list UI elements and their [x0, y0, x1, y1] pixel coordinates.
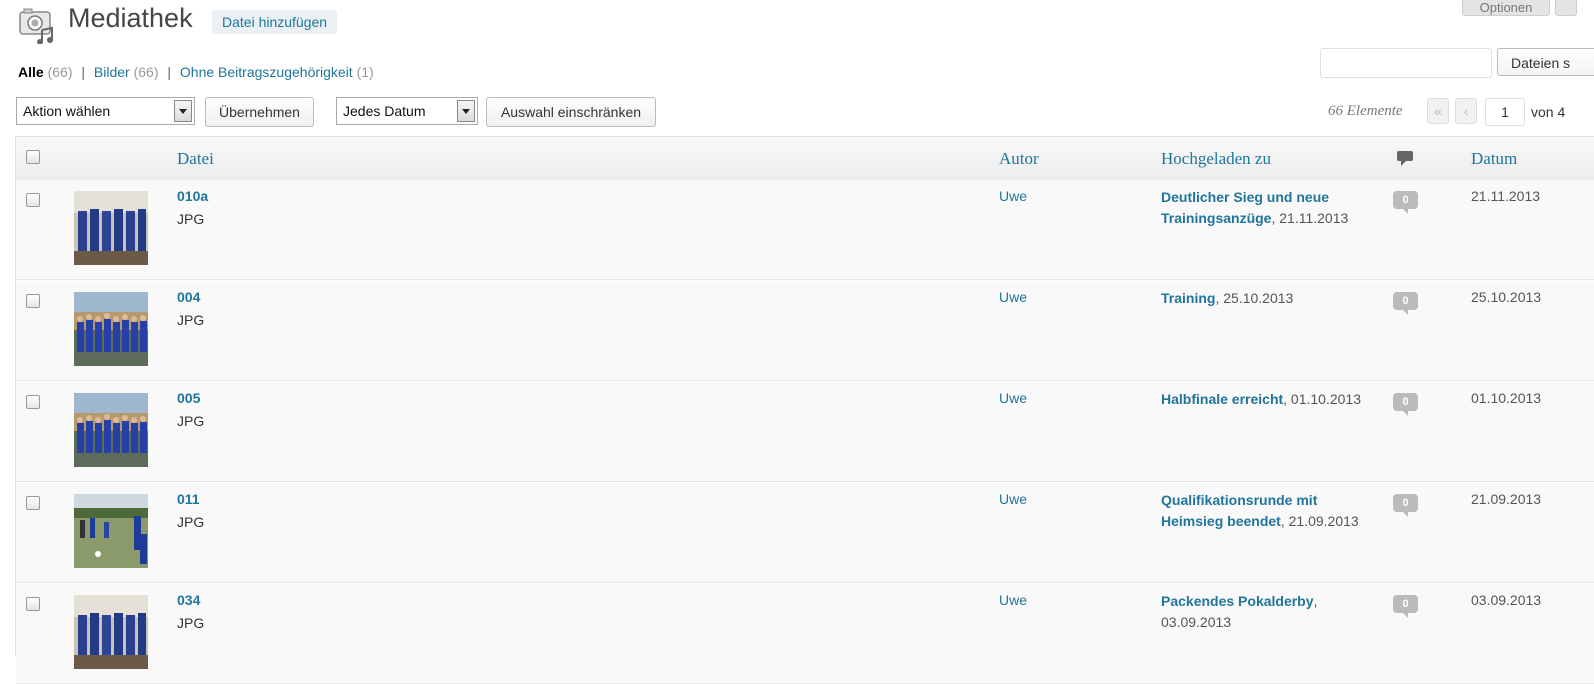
filter-images-count: (66) [133, 64, 159, 80]
uploaded-to-cell: Halbfinale erreicht, 01.10.2013 [1161, 389, 1381, 410]
post-date: , 25.10.2013 [1215, 290, 1294, 306]
filter-button[interactable]: Auswahl einschränken [486, 97, 656, 127]
file-title-link[interactable]: 004 [177, 289, 200, 305]
author-link[interactable]: Uwe [999, 188, 1027, 204]
table-row: 011 JPG Uwe Qualifikationsrunde mit Heim… [16, 483, 1594, 583]
upload-date: 21.11.2013 [1471, 188, 1541, 204]
column-uploaded-to[interactable]: Hochgeladen zu [1161, 149, 1271, 169]
add-new-file-button[interactable]: Datei hinzufügen [212, 10, 338, 34]
upload-date: 03.09.2013 [1471, 592, 1542, 608]
media-library-icon [19, 8, 53, 44]
table-row: 010a JPG Uwe Deutlicher Sieg und neue Tr… [16, 180, 1594, 280]
bulk-action-value: Aktion wählen [23, 103, 111, 119]
prev-page-button[interactable]: ‹ [1455, 98, 1477, 124]
thumbnail-image[interactable] [74, 393, 148, 467]
file-type: JPG [177, 413, 205, 429]
filter-unattached-link[interactable]: Ohne Beitragszugehörigkeit [180, 64, 353, 80]
total-pages: von 4 [1531, 104, 1566, 120]
file-title-link[interactable]: 011 [177, 491, 200, 507]
column-date[interactable]: Datum [1471, 149, 1517, 169]
search-input[interactable] [1320, 48, 1492, 78]
row-checkbox[interactable] [26, 395, 40, 409]
comment-count-badge[interactable]: 0 [1393, 595, 1418, 618]
comment-count-badge[interactable]: 0 [1393, 393, 1418, 416]
file-title-link[interactable]: 010a [177, 188, 208, 204]
post-link[interactable]: Packendes Pokalderby [1161, 593, 1314, 609]
upload-date: 25.10.2013 [1471, 289, 1542, 305]
file-type: JPG [177, 615, 205, 631]
filter-all-link[interactable]: Alle [18, 64, 44, 80]
uploaded-to-cell: Packendes Pokalderby, 03.09.2013 [1161, 591, 1381, 633]
author-link[interactable]: Uwe [999, 592, 1027, 608]
current-page-input[interactable]: 1 [1485, 98, 1525, 126]
table-row: 004 JPG Uwe Training, 25.10.2013 0 25.10… [16, 281, 1594, 381]
select-all-checkbox[interactable] [26, 150, 40, 164]
row-checkbox[interactable] [26, 294, 40, 308]
post-link[interactable]: Training [1161, 290, 1215, 306]
post-link[interactable]: Halbfinale erreicht [1161, 391, 1283, 407]
thumbnail-image[interactable] [74, 494, 148, 568]
chevron-down-icon [457, 100, 475, 122]
apply-button[interactable]: Übernehmen [205, 97, 314, 127]
screen-options-button[interactable]: Optionen [1462, 0, 1550, 16]
author-link[interactable]: Uwe [999, 289, 1027, 305]
uploaded-to-cell: Training, 25.10.2013 [1161, 288, 1381, 309]
thumbnail-image[interactable] [74, 595, 148, 669]
author-link[interactable]: Uwe [999, 491, 1027, 507]
file-title-link[interactable]: 005 [177, 390, 200, 406]
author-link[interactable]: Uwe [999, 390, 1027, 406]
media-table: Datei Autor Hochgeladen zu Datum 010a JP… [15, 136, 1594, 684]
comment-count-badge[interactable]: 0 [1393, 292, 1418, 315]
row-checkbox[interactable] [26, 496, 40, 510]
table-row: 005 JPG Uwe Halbfinale erreicht, 01.10.2… [16, 382, 1594, 482]
upload-date: 21.09.2013 [1471, 491, 1542, 507]
page-title: Mediathek [68, 3, 193, 33]
comment-icon[interactable] [1397, 151, 1413, 166]
separator: | [167, 64, 172, 80]
file-title-link[interactable]: 034 [177, 592, 200, 608]
file-type: JPG [177, 514, 205, 530]
post-date: , 21.09.2013 [1280, 513, 1359, 529]
table-header: Datei Autor Hochgeladen zu Datum [16, 137, 1594, 181]
filter-links: Alle (66) | Bilder (66) | Ohne Beitragsz… [18, 64, 374, 80]
column-author: Autor [999, 149, 1039, 168]
search-files-button[interactable]: Dateien s [1497, 48, 1594, 76]
file-type: JPG [177, 211, 205, 227]
date-filter-value: Jedes Datum [343, 103, 426, 119]
filter-images-link[interactable]: Bilder [94, 64, 130, 80]
thumbnail-image[interactable] [74, 292, 148, 366]
filter-all-count: (66) [47, 64, 73, 80]
items-count: 66 Elemente [1328, 103, 1403, 119]
filter-unattached-count: (1) [356, 64, 374, 80]
uploaded-to-cell: Deutlicher Sieg und neue Trainingsanzüge… [1161, 187, 1381, 229]
thumbnail-image[interactable] [74, 191, 148, 265]
row-checkbox[interactable] [26, 193, 40, 207]
help-tab-button[interactable] [1555, 0, 1577, 16]
separator: | [81, 64, 86, 80]
row-checkbox[interactable] [26, 597, 40, 611]
first-page-button[interactable]: « [1427, 98, 1449, 124]
bulk-action-select[interactable]: Aktion wählen [16, 97, 195, 125]
post-date: , 21.11.2013 [1271, 210, 1349, 226]
date-filter-select[interactable]: Jedes Datum [336, 97, 478, 125]
column-file[interactable]: Datei [177, 149, 214, 169]
upload-date: 01.10.2013 [1471, 390, 1542, 406]
table-row: 034 JPG Uwe Packendes Pokalderby, 03.09.… [16, 584, 1594, 684]
chevron-down-icon [174, 100, 192, 122]
file-type: JPG [177, 312, 205, 328]
comment-count-badge[interactable]: 0 [1393, 191, 1418, 214]
post-date: , 01.10.2013 [1283, 391, 1362, 407]
comment-count-badge[interactable]: 0 [1393, 494, 1418, 517]
uploaded-to-cell: Qualifikationsrunde mit Heimsieg beendet… [1161, 490, 1381, 532]
